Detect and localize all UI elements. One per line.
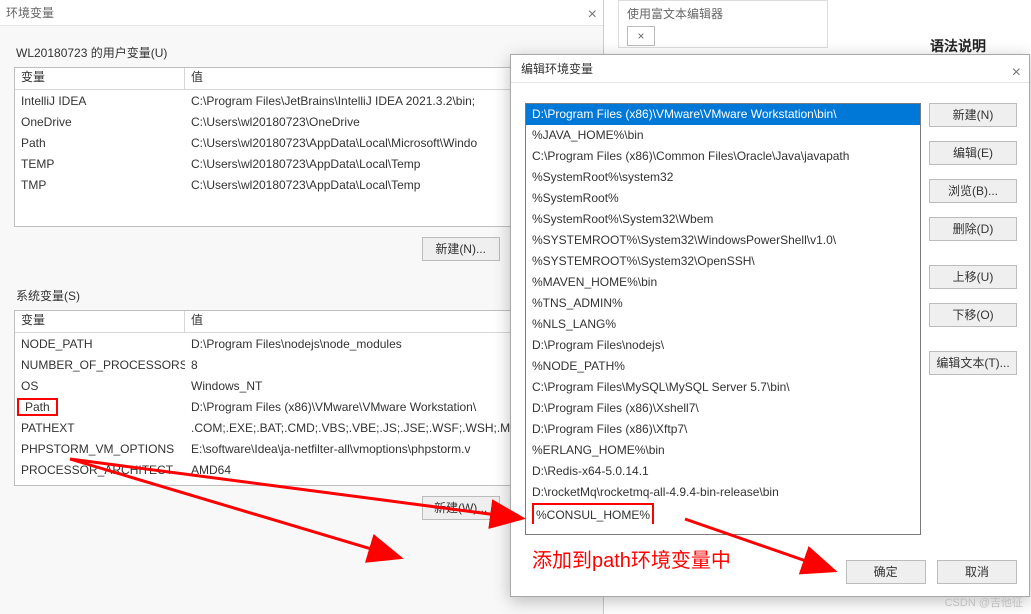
annotation-text: 添加到path环境变量中 <box>532 544 731 573</box>
side-buttons: 新建(N) 编辑(E) 浏览(B)... 删除(D) 上移(U) 下移(O) 编… <box>929 103 1017 389</box>
list-item[interactable]: D:\rocketMq\rocketmq-all-4.9.4-bin-relea… <box>526 482 920 503</box>
edit-env-dialog: 编辑环境变量 × D:\Program Files (x86)\VMware\V… <box>510 54 1030 597</box>
list-item[interactable]: %CONSUL_HOME% <box>526 503 920 524</box>
table-row[interactable]: NODE_PATHD:\Program Files\nodejs\node_mo… <box>15 333 588 354</box>
syntax-label: 语法说明 <box>930 36 986 56</box>
list-item[interactable]: %NLS_LANG% <box>526 314 920 335</box>
table-row[interactable]: PathD:\Program Files (x86)\VMware\VMware… <box>15 396 588 417</box>
new-sys-button[interactable]: 新建(W)... <box>422 496 500 520</box>
close-icon[interactable]: × <box>627 26 655 46</box>
list-item[interactable]: D:\Program Files\nodejs\ <box>526 335 920 356</box>
var-name: Path <box>15 398 185 416</box>
list-item[interactable]: %SystemRoot%\System32\Wbem <box>526 209 920 230</box>
list-item[interactable]: D:\Program Files (x86)\Xshell7\ <box>526 398 920 419</box>
var-name: PHPSTORM_VM_OPTIONS <box>15 442 185 456</box>
ok-button[interactable]: 确定 <box>846 560 926 584</box>
sys-vars-header: 变量 值 <box>15 311 588 333</box>
table-row[interactable]: PROCESSOR_ARCHITECT...AMD64 <box>15 459 588 480</box>
env-dialog-title: 环境变量 <box>6 6 54 20</box>
cancel-button[interactable]: 取消 <box>937 560 1017 584</box>
table-row[interactable]: TMPC:\Users\wl20180723\AppData\Local\Tem… <box>15 174 588 195</box>
var-name: IntelliJ IDEA <box>15 94 185 108</box>
user-vars-header: 变量 值 <box>15 68 588 90</box>
list-item[interactable]: D:\Program Files (x86)\VMware\VMware Wor… <box>526 104 920 125</box>
table-row[interactable]: PHPSTORM_VM_OPTIONSE:\software\Idea\ja-n… <box>15 438 588 459</box>
edit-dialog-title: 编辑环境变量 <box>521 62 593 76</box>
user-vars-list[interactable]: 变量 值 IntelliJ IDEAC:\Program Files\JetBr… <box>14 67 589 227</box>
env-dialog-titlebar: 环境变量 × <box>0 0 603 26</box>
var-name: TMP <box>15 178 185 192</box>
rich-text-panel: 使用富文本编辑器 × <box>618 0 828 48</box>
delete-button[interactable]: 删除(D) <box>929 217 1017 241</box>
edit-button[interactable]: 编辑(E) <box>929 141 1017 165</box>
var-name: PROCESSOR_ARCHITECT... <box>15 463 185 477</box>
move-up-button[interactable]: 上移(U) <box>929 265 1017 289</box>
var-name: PATHEXT <box>15 421 185 435</box>
var-name: TEMP <box>15 157 185 171</box>
user-btn-row: 新建(N)... 编辑(E)... <box>0 237 589 261</box>
table-row[interactable]: PathC:\Users\wl20180723\AppData\Local\Mi… <box>15 132 588 153</box>
sys-vars-list[interactable]: 变量 值 NODE_PATHD:\Program Files\nodejs\no… <box>14 310 589 486</box>
list-item[interactable]: D:\Redis-x64-5.0.14.1 <box>526 461 920 482</box>
move-down-button[interactable]: 下移(O) <box>929 303 1017 327</box>
table-row[interactable]: OSWindows_NT <box>15 375 588 396</box>
list-item[interactable]: %SYSTEMROOT%\System32\OpenSSH\ <box>526 251 920 272</box>
new-user-button[interactable]: 新建(N)... <box>422 237 500 261</box>
table-row[interactable]: OneDriveC:\Users\wl20180723\OneDrive <box>15 111 588 132</box>
table-row[interactable]: PATHEXT.COM;.EXE;.BAT;.CMD;.VBS;.VBE;.JS… <box>15 417 588 438</box>
list-item[interactable]: %MAVEN_HOME%\bin <box>526 272 920 293</box>
list-item[interactable]: %SystemRoot% <box>526 188 920 209</box>
new-button[interactable]: 新建(N) <box>929 103 1017 127</box>
list-item[interactable]: %TNS_ADMIN% <box>526 293 920 314</box>
table-row[interactable]: IntelliJ IDEAC:\Program Files\JetBrains\… <box>15 90 588 111</box>
list-item[interactable]: %ERLANG_HOME%\bin <box>526 440 920 461</box>
list-item[interactable]: %SYSTEMROOT%\System32\WindowsPowerShell\… <box>526 230 920 251</box>
table-row[interactable]: NUMBER_OF_PROCESSORS8 <box>15 354 588 375</box>
watermark: CSDN @吉他征 <box>945 594 1023 610</box>
list-item[interactable]: %SystemRoot%\system32 <box>526 167 920 188</box>
edit-dialog-titlebar: 编辑环境变量 × <box>511 55 1029 83</box>
var-name: OS <box>15 379 185 393</box>
dialog-footer: 确定 取消 <box>838 560 1017 584</box>
list-item[interactable]: %JAVA_HOME%\bin <box>526 125 920 146</box>
col-var: 变量 <box>15 68 185 89</box>
list-item[interactable]: C:\Program Files (x86)\Common Files\Orac… <box>526 146 920 167</box>
list-item[interactable]: C:\Program Files\MySQL\MySQL Server 5.7\… <box>526 377 920 398</box>
list-item[interactable]: D:\Program Files (x86)\Xftp7\ <box>526 419 920 440</box>
browse-button[interactable]: 浏览(B)... <box>929 179 1017 203</box>
var-name: NUMBER_OF_PROCESSORS <box>15 358 185 372</box>
var-name: Path <box>15 136 185 150</box>
rich-text-label: 使用富文本编辑器 <box>627 7 723 21</box>
sys-btn-row: 新建(W)... 编辑(I)... <box>0 496 589 520</box>
close-icon[interactable]: × <box>588 2 597 28</box>
table-row[interactable]: TEMPC:\Users\wl20180723\AppData\Local\Te… <box>15 153 588 174</box>
col-var: 变量 <box>15 311 185 332</box>
edit-text-button[interactable]: 编辑文本(T)... <box>929 351 1017 375</box>
path-list[interactable]: D:\Program Files (x86)\VMware\VMware Wor… <box>525 103 921 535</box>
var-name: OneDrive <box>15 115 185 129</box>
var-name: NODE_PATH <box>15 337 185 351</box>
list-item[interactable]: %NODE_PATH% <box>526 356 920 377</box>
close-icon[interactable]: × <box>1012 59 1021 87</box>
